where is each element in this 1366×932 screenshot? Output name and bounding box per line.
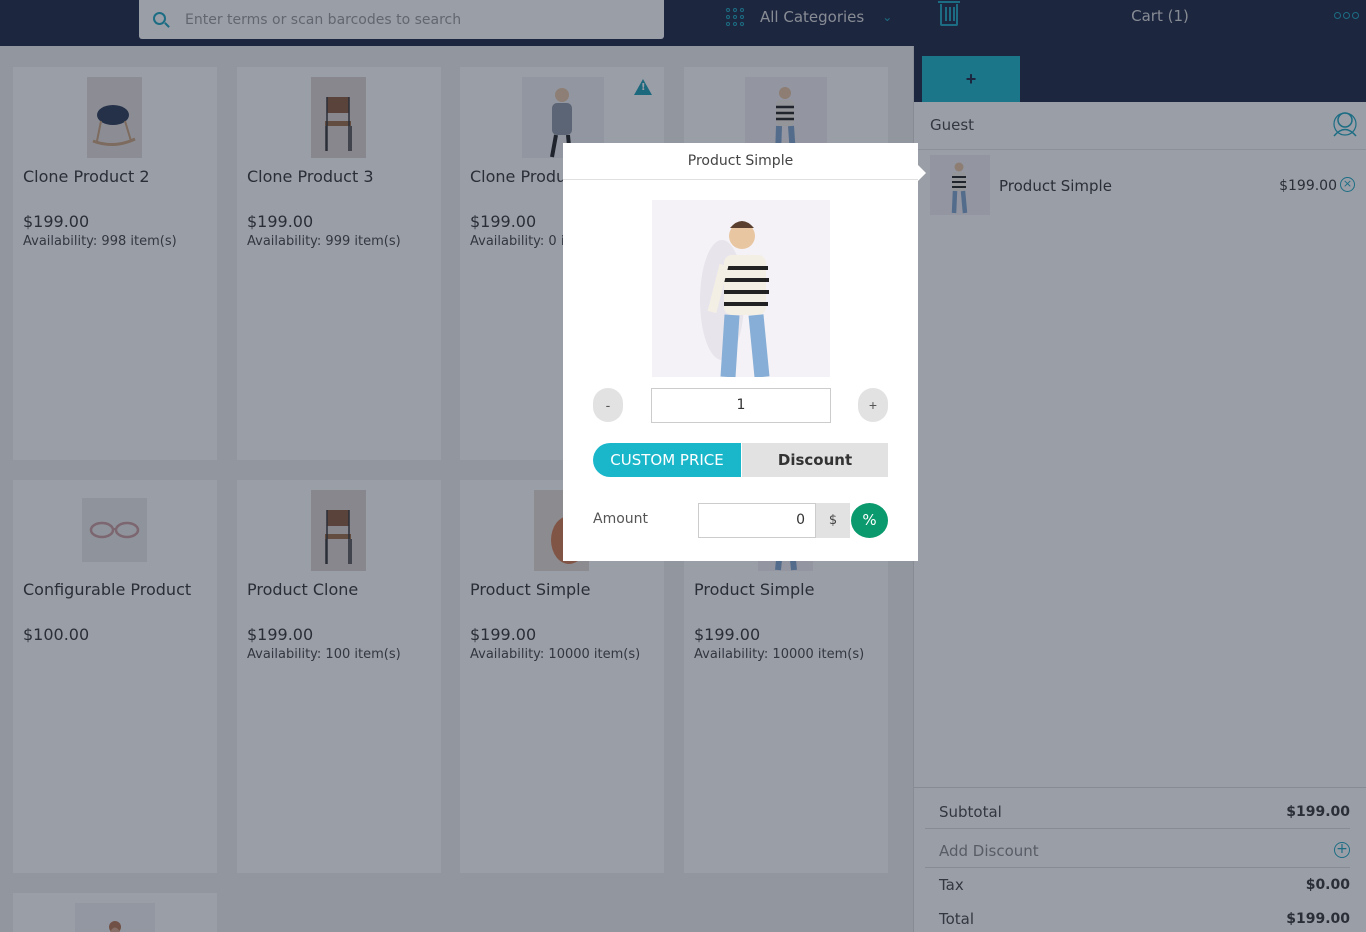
item-edit-popup: Product Simple - 1 + CUSTOM PRICE Discou…	[563, 143, 926, 561]
discount-tab[interactable]: Discount	[742, 443, 888, 477]
qty-input[interactable]: 1	[651, 388, 831, 423]
popup-title: Product Simple	[563, 143, 918, 180]
popup-product-image	[652, 200, 830, 377]
qty-decrease-button[interactable]: -	[593, 388, 623, 422]
dollar-toggle[interactable]: $	[816, 503, 850, 538]
custom-price-tab[interactable]: CUSTOM PRICE	[593, 443, 741, 477]
qty-increase-button[interactable]: +	[858, 388, 888, 422]
amount-input[interactable]: 0	[698, 503, 816, 538]
percent-toggle[interactable]: %	[851, 503, 888, 538]
amount-label: Amount	[593, 511, 649, 527]
